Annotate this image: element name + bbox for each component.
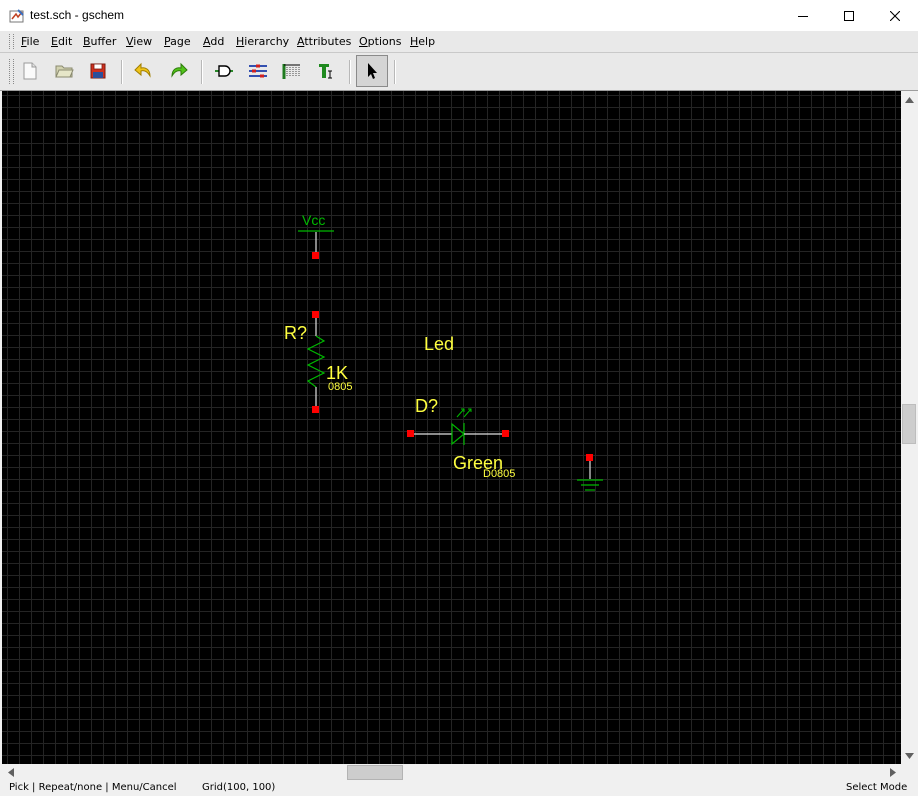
resistor-footprint: 0805 — [328, 381, 352, 393]
window-title: test.sch - gschem — [30, 8, 125, 22]
schematic-canvas[interactable]: Vcc R? 1K 0805 Led D? Green D0805 — [2, 91, 901, 764]
close-button[interactable] — [872, 0, 918, 31]
led-symbol[interactable]: Led D? Green D0805 — [407, 334, 515, 480]
ground-symbol[interactable] — [577, 454, 603, 491]
add-net-icon — [249, 64, 267, 78]
add-text-button[interactable] — [312, 57, 340, 85]
arrow-up-icon — [905, 96, 914, 103]
toolbar-separator — [201, 60, 203, 84]
toolbar-separator — [349, 60, 351, 84]
maximize-button[interactable] — [826, 0, 872, 31]
scroll-left-button[interactable] — [2, 764, 19, 781]
add-text-icon — [319, 64, 332, 79]
close-icon — [890, 10, 900, 21]
add-bus-button[interactable] — [278, 57, 306, 85]
select-button[interactable] — [356, 55, 388, 87]
horizontal-scroll-thumb[interactable] — [347, 765, 403, 780]
resistor-pin2-end[interactable] — [312, 406, 319, 413]
toolbar-separator — [394, 60, 396, 84]
minimize-icon — [798, 15, 808, 17]
vertical-scrollbar[interactable] — [901, 91, 918, 764]
save-icon — [90, 63, 106, 79]
vcc-pin-end[interactable] — [312, 252, 319, 259]
add-component-button[interactable] — [210, 57, 238, 85]
menu-view[interactable]: View — [126, 35, 152, 48]
grid-status: Grid(100, 100) — [202, 782, 276, 793]
new-file-icon — [23, 62, 37, 80]
led-triangle — [451, 422, 465, 446]
menu-buffer[interactable]: Buffer — [83, 35, 116, 48]
led-refdes: D? — [415, 396, 438, 416]
add-component-icon — [215, 65, 233, 77]
select-pointer-icon — [368, 63, 377, 79]
mouse-button-hints: Pick | Repeat/none | Menu/Cancel — [9, 782, 177, 793]
horizontal-scrollbar[interactable] — [0, 764, 918, 781]
undo-icon — [134, 62, 151, 78]
scroll-up-button[interactable] — [901, 91, 918, 108]
resistor-value: 1K — [326, 363, 348, 383]
menu-add[interactable]: Add — [203, 35, 224, 48]
toolbar-grip — [9, 59, 14, 84]
arrow-down-icon — [905, 752, 914, 759]
ground-pin-end[interactable] — [586, 454, 593, 461]
open-file-button[interactable] — [50, 57, 78, 85]
gschem-icon — [9, 9, 24, 23]
status-bar: Pick | Repeat/none | Menu/Cancel Grid(10… — [0, 781, 918, 796]
toolbar-separator — [121, 60, 123, 84]
scroll-right-button[interactable] — [884, 764, 901, 781]
toolbar — [0, 53, 918, 91]
gschem-window: test.sch - gschem File Edit Buffer View … — [0, 0, 918, 796]
resistor-pin1-end[interactable] — [312, 311, 319, 318]
arrow-left-icon — [7, 768, 14, 777]
maximize-icon — [844, 10, 854, 21]
led-anode-end[interactable] — [407, 430, 414, 437]
led-cathode-end[interactable] — [502, 430, 509, 437]
menu-attributes[interactable]: Attributes — [297, 35, 351, 48]
menu-bar: File Edit Buffer View Page Add Hierarchy… — [0, 31, 918, 53]
vertical-scroll-thumb[interactable] — [902, 404, 916, 444]
new-file-button[interactable] — [16, 57, 44, 85]
add-net-button[interactable] — [244, 57, 272, 85]
redo-icon — [171, 62, 188, 78]
arrow-right-icon — [889, 768, 896, 777]
redo-button[interactable] — [164, 57, 192, 85]
led-device-label: Led — [424, 334, 454, 354]
menu-hierarchy[interactable]: Hierarchy — [236, 35, 289, 48]
title-bar: test.sch - gschem — [0, 0, 918, 32]
menubar-grip — [9, 34, 14, 49]
add-bus-icon — [282, 64, 300, 79]
resistor-refdes: R? — [284, 323, 307, 343]
mode-status: Select Mode — [846, 782, 908, 793]
menu-file[interactable]: File — [21, 35, 39, 48]
resistor-symbol[interactable]: R? 1K 0805 — [284, 311, 352, 413]
menu-edit[interactable]: Edit — [51, 35, 72, 48]
open-folder-icon — [55, 65, 74, 78]
vcc-power-symbol[interactable]: Vcc — [298, 212, 334, 259]
menu-help[interactable]: Help — [410, 35, 435, 48]
undo-button[interactable] — [130, 57, 158, 85]
vcc-label: Vcc — [302, 212, 325, 228]
minimize-button[interactable] — [780, 0, 826, 31]
save-button[interactable] — [84, 57, 112, 85]
menu-page[interactable]: Page — [164, 35, 191, 48]
schematic-drawing: Vcc R? 1K 0805 Led D? Green D0805 — [284, 212, 603, 491]
resistor-zigzag — [306, 335, 326, 388]
led-emission-arrows — [456, 408, 472, 418]
scroll-down-button[interactable] — [901, 747, 918, 764]
led-footprint: D0805 — [483, 468, 515, 480]
menu-options[interactable]: Options — [359, 35, 401, 48]
